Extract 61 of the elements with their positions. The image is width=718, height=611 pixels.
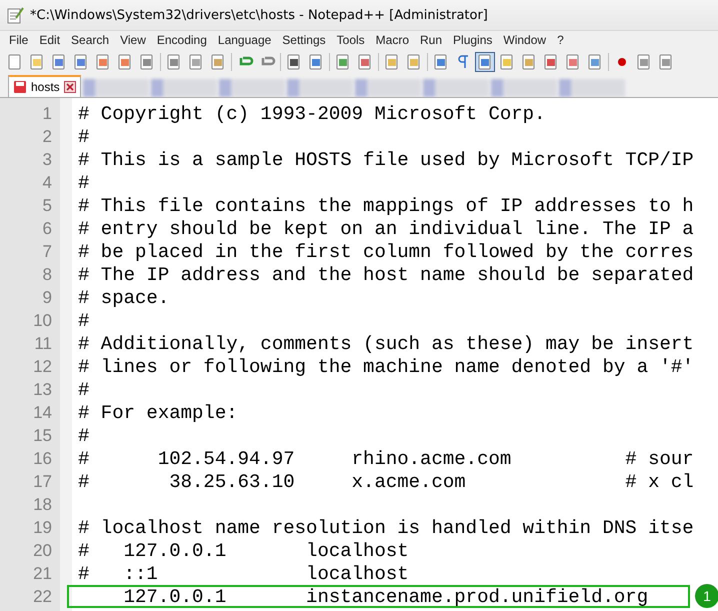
- line-number: 6: [42, 218, 52, 238]
- code-line: # Copyright (c) 1993-2009 Microsoft Corp.: [78, 102, 546, 124]
- code-line: # The IP address and the host name should be separated: [78, 264, 694, 286]
- line-number: 4: [42, 172, 52, 192]
- code-line: # entry should be kept on an individual line. The IP a: [78, 218, 694, 240]
- menu-item[interactable]: Language: [212, 33, 278, 47]
- callout-number: 1: [695, 584, 718, 608]
- line-number: 12: [33, 356, 52, 376]
- line-number: 1: [42, 104, 52, 124]
- code-line: # This is a sample HOSTS file used by Microsoft TCP/IP: [78, 148, 694, 170]
- line-number: 11: [34, 334, 52, 354]
- menu-item[interactable]: Edit: [34, 33, 66, 47]
- file-tab[interactable]: hosts: [8, 75, 81, 97]
- menu-item[interactable]: Search: [66, 33, 116, 47]
- code-line: # Additionally, comments (such as these) may be insert: [78, 332, 694, 354]
- line-number: 5: [42, 196, 52, 216]
- menu-item[interactable]: File: [4, 33, 34, 47]
- code-line: # 127.0.0.1 localhost: [78, 540, 409, 562]
- code-line: # 102.54.94.97 rhino.acme.com # sour: [78, 448, 694, 470]
- line-number: 7: [42, 242, 52, 262]
- line-number: 16: [33, 448, 52, 468]
- code-line: #: [78, 126, 90, 148]
- menu-item[interactable]: Window: [498, 33, 552, 47]
- menu-item[interactable]: Plugins: [448, 33, 498, 47]
- line-number: 14: [33, 402, 52, 422]
- code-line: # localhost name resolution is handled within DNS itse: [78, 516, 694, 538]
- menu-item[interactable]: ?: [552, 33, 570, 47]
- window-title: *C:\Windows\System32\drivers\etc\hosts - Notepad++ [Administrator]: [30, 8, 488, 22]
- line-number: 20: [33, 540, 52, 560]
- code-line: #: [78, 378, 90, 400]
- line-number: 13: [33, 380, 52, 400]
- line-number: 17: [33, 472, 52, 492]
- menu-item[interactable]: View: [115, 33, 152, 47]
- code-line: #: [78, 310, 90, 332]
- line-number: 2: [42, 126, 52, 146]
- line-number: 21: [33, 564, 52, 584]
- line-number: 19: [33, 518, 52, 538]
- menu-item[interactable]: Macro: [370, 33, 416, 47]
- code-line: # be placed in the first column followed by the corres: [78, 240, 694, 262]
- line-number: 8: [42, 264, 52, 284]
- notepad-icon: [6, 6, 24, 24]
- code-line: #: [78, 172, 90, 194]
- close-icon[interactable]: [64, 81, 76, 93]
- code-line: # 38.25.63.10 x.acme.com # x cl: [78, 470, 694, 492]
- menu-item[interactable]: Run: [415, 33, 448, 47]
- code-line: # ::1 localhost: [78, 562, 409, 584]
- line-number: 15: [33, 426, 52, 446]
- code-line: #: [78, 424, 90, 446]
- line-number: 3: [42, 150, 52, 170]
- code-line: # This file contains the mappings of IP addresses to h: [78, 194, 694, 216]
- code-line: # space.: [78, 286, 170, 308]
- code-line: # lines or following the machine name denoted by a '#': [78, 356, 694, 378]
- line-number: 18: [33, 494, 52, 514]
- menu-item[interactable]: Encoding: [152, 33, 213, 47]
- menu-item[interactable]: Tools: [332, 33, 371, 47]
- line-number: 10: [33, 310, 52, 330]
- line-number: 9: [42, 288, 52, 308]
- line-number: 22: [33, 586, 52, 606]
- code-line: # For example:: [78, 402, 238, 424]
- code-line: 127.0.0.1 instancename.prod.unifield.org: [122, 586, 648, 608]
- menu-item[interactable]: Settings: [277, 33, 332, 47]
